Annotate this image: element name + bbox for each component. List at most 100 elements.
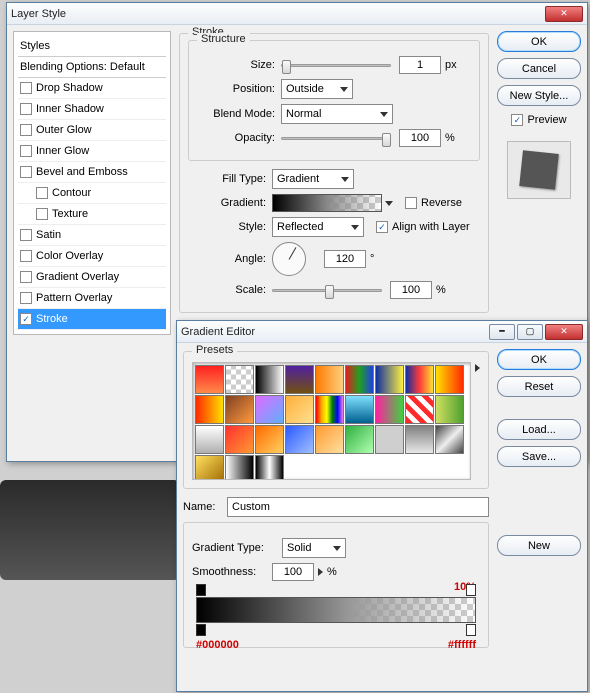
new-button[interactable]: New [497, 535, 581, 556]
preset-swatch[interactable] [285, 395, 314, 424]
preset-swatch[interactable] [435, 395, 464, 424]
preset-swatch[interactable] [315, 395, 344, 424]
gradient-picker[interactable] [272, 194, 382, 212]
ok-button[interactable]: OK [497, 349, 581, 370]
preset-swatch[interactable] [405, 365, 434, 394]
preview-checkbox[interactable]: ✓ [511, 114, 523, 126]
blending-options-header[interactable]: Blending Options: Default [18, 57, 166, 78]
reverse-checkbox[interactable] [405, 197, 417, 209]
opacity-value[interactable]: 100 [399, 129, 441, 147]
filltype-select[interactable]: Gradient [272, 169, 354, 189]
gradient-bar[interactable] [196, 597, 476, 623]
style-item-inner-glow[interactable]: Inner Glow [18, 141, 166, 162]
style-item-label: Stroke [36, 313, 68, 325]
style-item-satin[interactable]: Satin [18, 225, 166, 246]
style-item-drop-shadow[interactable]: Drop Shadow [18, 78, 166, 99]
style-item-checkbox[interactable] [36, 187, 48, 199]
style-item-stroke[interactable]: ✓ Stroke [18, 309, 166, 330]
preset-swatch[interactable] [195, 365, 224, 394]
stroke-panel: Stroke Structure Size: 1 px Position: Ou… [179, 31, 489, 335]
style-item-checkbox[interactable] [20, 250, 32, 262]
preset-swatch[interactable] [225, 425, 254, 454]
preset-menu-icon[interactable] [475, 364, 480, 372]
preset-swatch[interactable] [375, 395, 404, 424]
preset-swatch[interactable] [315, 365, 344, 394]
preset-swatch[interactable] [195, 395, 224, 424]
style-item-checkbox[interactable] [20, 166, 32, 178]
styles-header[interactable]: Styles [18, 36, 166, 57]
style-item-checkbox[interactable] [20, 292, 32, 304]
scale-slider[interactable] [272, 289, 382, 292]
preset-swatch[interactable] [255, 425, 284, 454]
new-style-button[interactable]: New Style... [497, 85, 581, 106]
style-item-checkbox[interactable] [20, 82, 32, 94]
preset-swatch[interactable] [405, 395, 434, 424]
style-item-gradient-overlay[interactable]: Gradient Overlay [18, 267, 166, 288]
smoothness-stepper-icon[interactable] [318, 568, 323, 576]
maximize-icon[interactable]: ▢ [517, 324, 543, 340]
style-item-color-overlay[interactable]: Color Overlay [18, 246, 166, 267]
scale-value[interactable]: 100 [390, 281, 432, 299]
preview-thumbnail [507, 141, 571, 199]
opacity-stop-right[interactable] [466, 584, 476, 596]
preset-swatch[interactable] [375, 425, 404, 454]
style-item-inner-shadow[interactable]: Inner Shadow [18, 99, 166, 120]
chevron-down-icon[interactable] [385, 201, 393, 206]
reset-button[interactable]: Reset [497, 376, 581, 397]
preset-swatch[interactable] [255, 395, 284, 424]
style-item-checkbox[interactable] [20, 271, 32, 283]
style-item-texture[interactable]: Texture [18, 204, 166, 225]
style-item-checkbox[interactable] [20, 103, 32, 115]
preset-swatch[interactable] [285, 425, 314, 454]
preset-swatch[interactable] [195, 455, 224, 480]
style-item-checkbox[interactable]: ✓ [20, 313, 32, 325]
preset-swatch[interactable] [435, 425, 464, 454]
angle-value[interactable]: 120 [324, 250, 366, 268]
preset-swatch[interactable] [345, 395, 374, 424]
preset-swatch[interactable] [195, 425, 224, 454]
close-icon[interactable]: ✕ [545, 324, 583, 340]
style-item-checkbox[interactable] [20, 124, 32, 136]
preset-swatch[interactable] [225, 365, 254, 394]
style-item-contour[interactable]: Contour [18, 183, 166, 204]
align-checkbox[interactable]: ✓ [376, 221, 388, 233]
preset-swatch[interactable] [315, 425, 344, 454]
close-icon[interactable]: ✕ [545, 6, 583, 22]
preset-swatch[interactable] [255, 365, 284, 394]
style-item-checkbox[interactable] [20, 229, 32, 241]
opacity-slider[interactable] [281, 137, 391, 140]
preset-swatch[interactable] [225, 395, 254, 424]
position-select[interactable]: Outside [281, 79, 353, 99]
load-button[interactable]: Load... [497, 419, 581, 440]
preset-swatch[interactable] [285, 365, 314, 394]
color-stop-right[interactable] [466, 624, 476, 636]
preset-swatch[interactable] [435, 365, 464, 394]
preset-swatch[interactable] [345, 425, 374, 454]
opacity-stop-left[interactable] [196, 584, 206, 596]
name-field[interactable]: Custom [227, 497, 489, 517]
layer-style-titlebar[interactable]: Layer Style ✕ [7, 3, 587, 25]
style-item-checkbox[interactable] [36, 208, 48, 220]
preset-swatch[interactable] [405, 425, 434, 454]
style-item-checkbox[interactable] [20, 145, 32, 157]
gradient-type-select[interactable]: Solid [282, 538, 346, 558]
angle-dial[interactable] [272, 242, 306, 276]
blendmode-select[interactable]: Normal [281, 104, 393, 124]
size-value[interactable]: 1 [399, 56, 441, 74]
color-stop-left[interactable] [196, 624, 206, 636]
preset-swatch[interactable] [375, 365, 404, 394]
style-select[interactable]: Reflected [272, 217, 364, 237]
minimize-icon[interactable]: ━ [489, 324, 515, 340]
style-item-bevel-and-emboss[interactable]: Bevel and Emboss [18, 162, 166, 183]
cancel-button[interactable]: Cancel [497, 58, 581, 79]
style-item-outer-glow[interactable]: Outer Glow [18, 120, 166, 141]
preset-swatch[interactable] [345, 365, 374, 394]
save-button[interactable]: Save... [497, 446, 581, 467]
gradient-editor-titlebar[interactable]: Gradient Editor ━ ▢ ✕ [177, 321, 587, 343]
ok-button[interactable]: OK [497, 31, 581, 52]
size-slider[interactable] [281, 64, 391, 67]
preset-swatch[interactable] [255, 455, 284, 480]
smoothness-value[interactable]: 100 [272, 563, 314, 581]
style-item-pattern-overlay[interactable]: Pattern Overlay [18, 288, 166, 309]
preset-swatch[interactable] [225, 455, 254, 480]
